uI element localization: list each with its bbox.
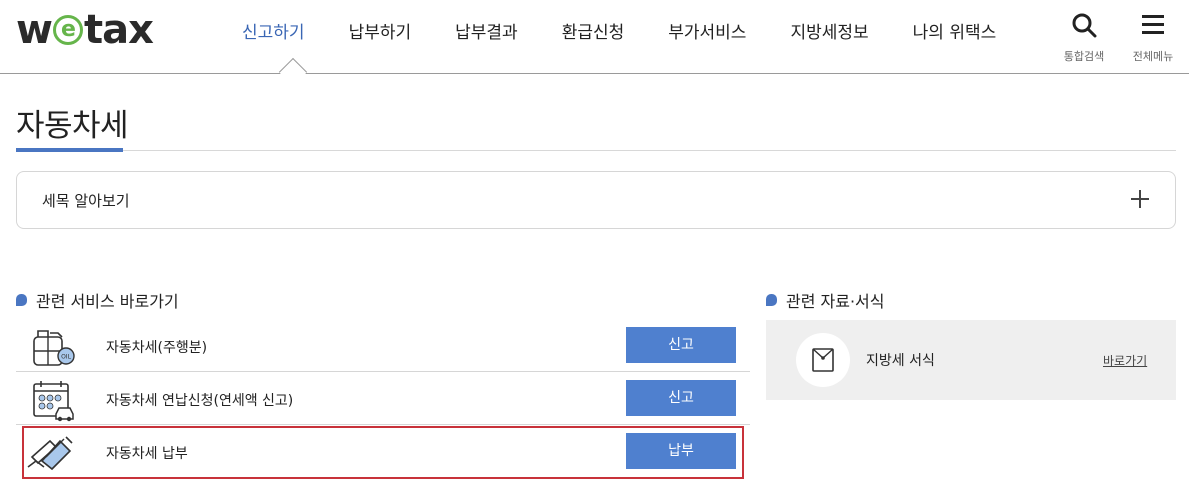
calendar-car-icon [33,381,74,422]
resource-icon-circle [796,333,850,387]
resource-panel: 지방세 서식 바로가기 [766,320,1176,400]
service-label: 자동차세(주행분) [106,340,208,356]
title-accent-bar [16,148,123,152]
menu-label: 전체메뉴 [1132,50,1174,63]
envelope-icon [812,348,834,372]
bullet-icon [16,294,27,306]
integrated-search-button[interactable]: 통합검색 [1059,12,1109,64]
resource-label: 지방세 서식 [866,353,935,369]
logo-prefix: w [16,7,53,53]
oil-tank-icon: OIL [33,330,75,366]
nav-local-tax-info[interactable]: 지방세정보 [790,18,868,43]
service-row-mileage-tax: OIL 자동차세(주행분) 신고 [16,320,750,372]
accordion-label: 세목 알아보기 [42,192,130,210]
search-label: 통합검색 [1063,50,1105,63]
highlight-frame [22,426,744,479]
related-resources-title: 관련 자료·서식 [786,292,885,311]
nav-my-wetax[interactable]: 나의 위택스 [913,18,997,43]
search-icon [1072,13,1097,38]
bullet-icon [766,294,777,306]
wetax-logo[interactable]: w e tax [16,7,154,53]
svg-text:OIL: OIL [61,354,71,361]
service-label: 자동차세 연납신청(연세액 신고) [106,393,294,409]
main-nav: 신고하기 납부하기 납부결과 환급신청 부가서비스 지방세정보 나의 위택스 [242,18,1040,43]
shortcut-link[interactable]: 바로가기 [1103,352,1147,369]
related-services-title: 관련 서비스 바로가기 [36,292,179,311]
nav-extra-services[interactable]: 부가서비스 [668,18,746,43]
tax-info-accordion[interactable]: 세목 알아보기 [16,171,1176,229]
logo-e-mark: e [52,15,83,45]
related-services-heading: 관련 서비스 바로가기 [16,288,179,312]
report-button-annual[interactable]: 신고 [626,380,736,416]
all-menu-button[interactable]: 전체메뉴 [1128,12,1178,64]
site-header: w e tax 신고하기 납부하기 납부결과 환급신청 부가서비스 지방세정보 나의… [0,0,1189,74]
report-button-mileage[interactable]: 신고 [626,327,736,363]
logo-suffix: tax [83,7,154,53]
service-row-annual-payment: 자동차세 연납신청(연세액 신고) 신고 [16,373,750,425]
related-resources-heading: 관련 자료·서식 [766,288,885,312]
nav-payment[interactable]: 납부하기 [349,18,412,43]
nav-report[interactable]: 신고하기 [242,18,305,43]
plus-icon[interactable] [1129,188,1151,210]
nav-payment-result[interactable]: 납부결과 [455,18,518,43]
hamburger-icon [1142,15,1164,34]
page-title: 자동차세 [16,108,129,144]
title-divider [16,150,1176,151]
nav-refund[interactable]: 환급신청 [562,18,625,43]
